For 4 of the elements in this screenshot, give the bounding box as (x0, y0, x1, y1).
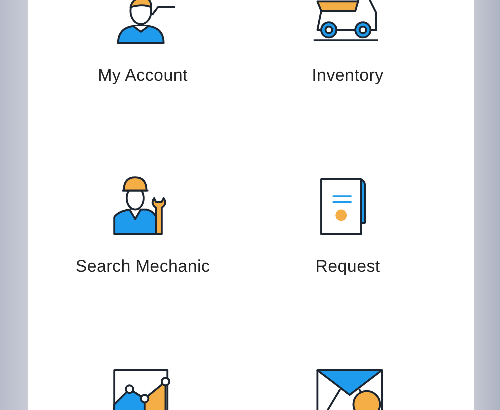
menu-label[interactable]: Search Mechanic (76, 257, 210, 277)
menu-label[interactable]: Inventory (312, 66, 384, 86)
menu-label[interactable]: My Account (98, 66, 188, 86)
menu-label[interactable]: Request (316, 257, 380, 277)
